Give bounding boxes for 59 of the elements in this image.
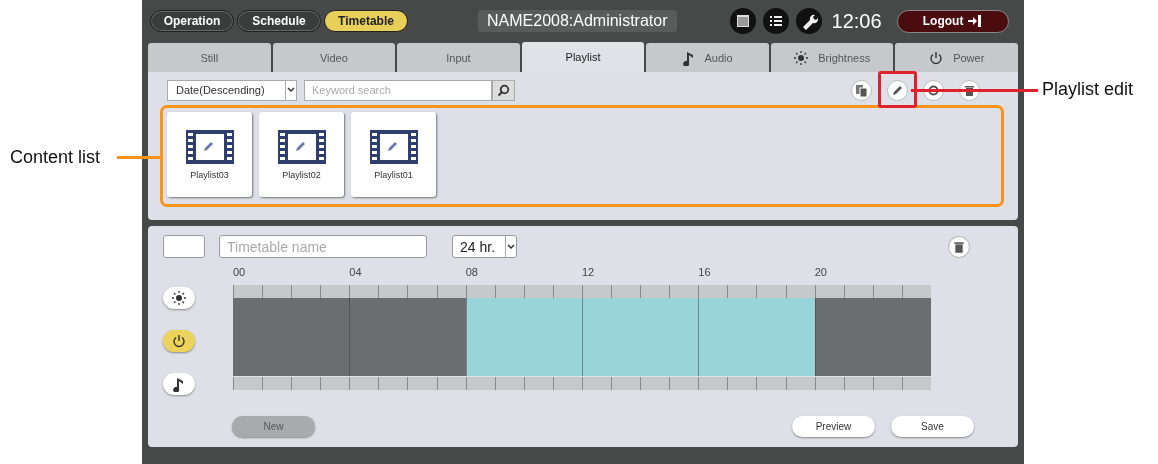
tab[interactable]: Brightness (770, 43, 894, 72)
sun-icon (172, 291, 186, 305)
timetable-name-field[interactable]: Timetable name (219, 235, 427, 258)
caret-icon (507, 243, 515, 250)
tab[interactable]: Still (148, 43, 271, 72)
hour-slot[interactable] (581, 298, 611, 376)
hour-label: 04 (349, 266, 362, 280)
search-field[interactable]: Keyword search (304, 79, 492, 101)
wrench-icon[interactable] (795, 8, 822, 34)
power-icon (929, 50, 944, 65)
caret-icon (287, 87, 295, 93)
user-label: NAME2008:Administrator (478, 10, 677, 32)
sun-icon (794, 50, 809, 65)
tab[interactable]: Input (397, 43, 520, 72)
edit-icon[interactable] (887, 79, 908, 101)
list-icon[interactable] (762, 8, 789, 34)
hour-label: 12 (582, 266, 595, 280)
callout-label: Playlist edit (1042, 79, 1134, 100)
film-edit-icon (277, 129, 326, 164)
hour-label: 08 (465, 266, 478, 280)
clock-time: 12:06 (831, 9, 882, 33)
hour-slot[interactable] (814, 298, 844, 376)
channel-button[interactable] (163, 287, 195, 309)
playlist-tile[interactable]: Playlist02 (259, 112, 344, 197)
exit-icon (968, 14, 983, 28)
search-icon (497, 83, 510, 97)
hour-label: 16 (698, 266, 711, 280)
hour-slot[interactable] (669, 298, 699, 376)
hour-label: 00 (233, 266, 246, 280)
film-edit-icon (369, 129, 418, 164)
power-icon (172, 334, 186, 348)
hour-slot[interactable] (698, 298, 728, 376)
channel-button[interactable] (163, 373, 195, 395)
logout-button[interactable]: Logout (896, 9, 1009, 33)
tab[interactable]: Video (272, 43, 396, 72)
copy-icon[interactable] (851, 79, 872, 101)
sort-dropdown[interactable]: Date(Descending) (167, 79, 297, 101)
tab[interactable]: Power (895, 43, 1019, 72)
tab[interactable]: Audio (646, 43, 769, 72)
tab[interactable]: Playlist (521, 42, 645, 72)
hour-label: 20 (814, 266, 827, 280)
music-note-icon (173, 376, 185, 392)
action-button[interactable]: Save (891, 416, 974, 437)
range-dropdown[interactable]: 24 hr. (452, 235, 517, 258)
callout-label: Content list (10, 147, 101, 168)
channel-button[interactable] (163, 330, 195, 352)
mode-tab[interactable]: Operation (150, 10, 234, 32)
number-field[interactable] (163, 235, 205, 258)
mode-tab[interactable]: Timetable (324, 10, 408, 32)
calendar-icon[interactable] (729, 8, 756, 34)
action-button[interactable]: Preview (792, 416, 875, 437)
film-edit-icon (185, 129, 234, 164)
hour-slot[interactable] (465, 298, 495, 376)
playlist-tile[interactable]: Playlist03 (167, 112, 252, 197)
mode-tab[interactable]: Schedule (237, 10, 321, 32)
search-button[interactable] (492, 79, 515, 101)
music-note-icon (682, 49, 695, 66)
playlist-tile[interactable]: Playlist01 (351, 112, 436, 197)
trash-icon[interactable] (948, 235, 970, 258)
